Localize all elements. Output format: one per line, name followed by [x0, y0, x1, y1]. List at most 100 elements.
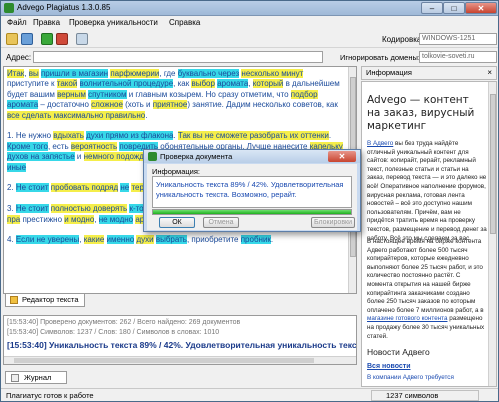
- character-count: 1237 символов: [371, 390, 479, 401]
- plain-text: 1. Не нужно: [7, 131, 54, 141]
- plain-text: 3.: [7, 204, 16, 214]
- info-paragraph-text: В настоящее время на бирже контента Адве…: [367, 238, 484, 314]
- editor-paragraph: Итак, вы пришли в магазин парфюмерии, гд…: [7, 69, 347, 121]
- highlighted-phrase: спутником: [88, 89, 127, 99]
- plain-text: 2.: [7, 183, 16, 193]
- highlighted-phrase: приятное: [152, 100, 188, 110]
- journal-icon: [11, 374, 19, 382]
- close-icon[interactable]: ×: [487, 67, 492, 79]
- minimize-button[interactable]: –: [421, 2, 443, 14]
- plain-text: 4.: [7, 235, 16, 245]
- check-document-dialog: Проверка документа ✕ Информация: Уникаль…: [143, 149, 361, 232]
- highlighted-phrase: сложное: [91, 100, 123, 110]
- stop-icon[interactable]: [56, 33, 68, 45]
- dialog-close-button[interactable]: ✕: [328, 151, 356, 162]
- save-icon[interactable]: [21, 33, 33, 45]
- highlighted-phrase: такой: [56, 79, 78, 89]
- address-label: Адрес:: [6, 53, 32, 62]
- highlighted-phrase: все сделать максимально правильно: [7, 110, 146, 120]
- highlighted-phrase: Итак: [7, 69, 25, 78]
- log-line: [15:53:40] Проверено документов: 262 / В…: [7, 319, 241, 326]
- highlighted-phrase: вероятность: [70, 141, 118, 151]
- news-item-link[interactable]: В компании Адвего требуется: [367, 374, 454, 381]
- settings-icon[interactable]: [76, 33, 88, 45]
- title-bar[interactable]: Advego Plagiatus 1.3.0.85 – □ ✕: [1, 1, 498, 16]
- highlighted-phrase: Не стоит: [15, 183, 49, 193]
- highlighted-phrase: парфюмерии: [110, 69, 160, 78]
- journal-tab-label: Журнал: [24, 373, 52, 382]
- progress-bar: [152, 209, 352, 215]
- block-button[interactable]: Блокировки: [311, 217, 355, 228]
- tab-journal[interactable]: Журнал: [5, 371, 67, 384]
- plain-text: ) занятие. Дадим несколько советов, как: [187, 100, 338, 110]
- cancel-button[interactable]: Отмена: [203, 217, 239, 228]
- highlighted-phrase: который: [252, 79, 284, 89]
- menu-help[interactable]: Справка: [169, 18, 200, 27]
- highlighted-phrase: не: [120, 183, 130, 193]
- highlighted-phrase: духи: [136, 235, 154, 245]
- dialog-body: Информация: Уникальность текста 89% / 42…: [147, 164, 357, 230]
- content-shop-link[interactable]: магазине готового контента: [367, 315, 448, 322]
- maximize-button[interactable]: □: [443, 2, 465, 14]
- info-paragraph-text: вы без труда найдёте отличный уникальный…: [367, 140, 487, 242]
- highlighted-phrase: вдыхать: [53, 131, 84, 141]
- close-button[interactable]: ✕: [465, 2, 497, 14]
- highlighted-phrase: Не стоит: [15, 204, 49, 214]
- address-input[interactable]: [33, 51, 323, 63]
- status-bar: Плагиатус готов к работе 1237 символов: [1, 388, 498, 401]
- highlighted-phrase: духи прямо из флакона: [86, 131, 174, 141]
- highlighted-phrase: пробовать подряд: [50, 183, 119, 193]
- highlighted-phrase: аромата: [217, 79, 249, 89]
- menu-file[interactable]: Файл: [7, 18, 27, 27]
- dialog-title-bar[interactable]: Проверка документа ✕: [144, 150, 360, 163]
- info-scrollbar[interactable]: [488, 82, 496, 386]
- highlighted-phrase: пра: [7, 214, 21, 224]
- encoding-select[interactable]: WINDOWS-1251: [419, 33, 497, 45]
- check-uniqueness-icon[interactable]: [41, 33, 53, 45]
- menu-uniqueness-check[interactable]: Проверка уникальности: [69, 18, 158, 27]
- all-news-link[interactable]: Вся новости: [367, 363, 411, 370]
- dialog-app-icon: [148, 152, 157, 161]
- plain-text: (хоть и: [122, 100, 153, 110]
- editor-tab-icon: [10, 296, 18, 304]
- highlighted-phrase: подбор: [290, 89, 318, 99]
- dialog-title: Проверка документа: [160, 152, 233, 161]
- log-scroll-thumb[interactable]: [14, 358, 314, 363]
- log-horizontal-scrollbar[interactable]: [4, 356, 356, 364]
- highlighted-phrase: буквально через: [177, 69, 240, 78]
- highlighted-phrase: именно: [106, 235, 135, 245]
- menu-edit[interactable]: Правка: [33, 18, 60, 27]
- progress-fill: [153, 210, 351, 214]
- highlighted-phrase: вы: [28, 69, 39, 78]
- highlighted-phrase: пробник: [240, 235, 271, 245]
- menu-bar: Файл Правка Проверка уникальности Справк…: [1, 16, 498, 30]
- plain-text: , как: [173, 79, 192, 89]
- plain-text: , есть: [47, 141, 71, 151]
- editor-tab-label: Редактор текста: [22, 295, 79, 304]
- ok-button[interactable]: ОК: [159, 217, 195, 228]
- info-paragraph: В настоящее время на бирже контента Адве…: [367, 238, 487, 341]
- plain-text: – достаточно: [38, 100, 92, 110]
- toolbar: Кодировка: WINDOWS-1251: [1, 30, 498, 48]
- tab-text-editor[interactable]: Редактор текста: [5, 294, 85, 307]
- plain-text: .: [328, 131, 332, 141]
- plain-text: приступите к: [7, 79, 57, 89]
- advego-link[interactable]: В Адвего: [367, 140, 393, 147]
- ignore-domains-input[interactable]: tolkovie-soveti.ru: [419, 51, 497, 63]
- info-scroll-thumb[interactable]: [490, 94, 496, 234]
- highlighted-phrase: и модно: [64, 214, 95, 224]
- open-folder-icon[interactable]: [6, 33, 18, 45]
- highlighted-phrase: пришли в магазин: [40, 69, 109, 78]
- plain-text: престижно: [20, 214, 65, 224]
- highlighted-phrase: выбор: [191, 79, 215, 89]
- plain-text: и главным козырем. Но сразу отметим, что: [126, 89, 291, 99]
- highlighted-phrase: верным: [57, 89, 86, 99]
- highlighted-phrase: Если не уверены: [15, 235, 80, 245]
- info-heading: Advego — контент на заказ, вирусный марк…: [367, 94, 475, 132]
- highlighted-phrase: аромата: [7, 100, 39, 110]
- highlighted-phrase: Так вы не сможете разобрать их оттенки: [177, 131, 329, 141]
- highlighted-phrase: выбрать: [155, 235, 187, 245]
- plain-text: , приобретите: [186, 235, 241, 245]
- info-panel-title: Информация: [366, 68, 412, 77]
- plain-text: .: [270, 235, 274, 245]
